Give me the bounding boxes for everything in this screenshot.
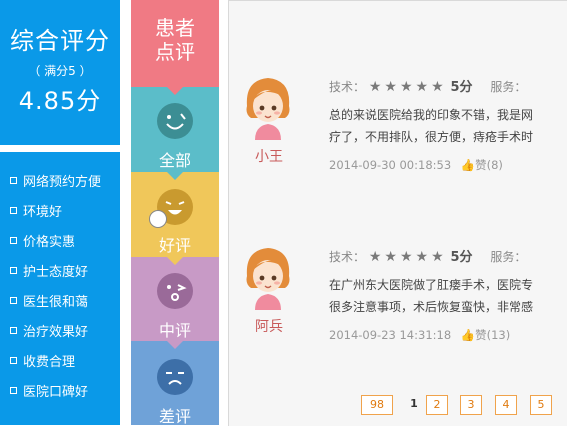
tag-label: 护士态度好 [23,265,89,280]
filter-all[interactable]: 全部 [131,87,219,172]
star-icon: ★ [431,79,444,95]
rating-line: 技术： ★ ★ ★ ★ ★ 5分 服务： [329,76,526,95]
tag-item[interactable]: 医生很和蔼 [10,292,120,314]
tag-label: 治疗效果好 [23,325,89,340]
service-label: 服务： [490,250,527,264]
star-icon: ★ [399,249,413,265]
reviewer-name: 阿兵 [255,319,283,335]
star-icon: ★ [384,79,397,95]
square-bullet-icon [10,267,17,274]
smile-face-icon [157,103,193,139]
tag-label: 医院口碑好 [23,385,89,400]
tag-item[interactable]: 治疗效果好 [10,322,120,344]
square-bullet-icon [10,387,17,394]
score-summary-panel: 综合评分 （ 满分5 ） 4.85分 [0,0,120,145]
review-text-line: 很多注意事项，术后恢复蛮快，非常感 [329,300,534,314]
tech-score: 5分 [450,250,473,265]
thumbs-up-icon: 👍 [460,328,476,342]
tag-item[interactable]: 环境好 [10,202,120,224]
arrow-notch [167,257,183,265]
square-bullet-icon [10,297,17,304]
heading-label: 患者 点评 [155,16,195,64]
star-icon: ★ [415,79,429,95]
square-bullet-icon [10,357,17,364]
wink-face-icon [157,273,193,309]
patient-review-heading: 患者 点评 [131,0,219,87]
review-text-line: 疗了，不用排队，很方便，痔疮手术时 [329,130,534,144]
filter-negative[interactable]: 差评 [131,341,219,426]
filter-neutral[interactable]: 中评 [131,257,219,341]
square-bullet-icon [10,177,17,184]
filter-label: 好评 [158,236,191,255]
review-text: 总的来说医院给我的印象不错，我是网 疗了，不用排队，很方便，痔疮手术时 [329,104,567,148]
avatar [241,246,295,310]
thumbs-up-icon: 👍 [460,158,476,172]
rating-line: 技术： ★ ★ ★ ★ ★ 5分 服务： [329,246,526,265]
square-bullet-icon [10,237,17,244]
filter-positive[interactable]: 好评 [131,172,219,257]
hand-cursor-icon [149,210,167,228]
square-bullet-icon [10,327,17,334]
square-bullet-icon [10,207,17,214]
score-title: 综合评分 [10,27,110,55]
tech-label: 技术： [329,250,366,264]
page-button-5[interactable]: 5 [530,395,552,415]
star-icon: ★ [384,249,397,265]
tag-item[interactable]: 网络预约方便 [10,172,120,194]
star-icon: ★ [368,249,382,265]
filter-label: 中评 [158,321,191,340]
like-button[interactable]: 👍赞(8) [461,158,503,172]
page-current: 1 [410,397,418,410]
tag-label: 环境好 [23,205,63,220]
tag-list-panel: 网络预约方便 环境好 价格实惠 护士态度好 医生很和蔼 治疗效果好 收费合理 医… [0,152,120,425]
review-item: 小王 技术： ★ ★ ★ ★ ★ 5分 服务： 总的来说医院给我的印象不错，我是网 疗了… [229,76,567,206]
star-rating: ★ ★ ★ ★ ★ [368,249,447,265]
page-first-button[interactable]: 98 [361,395,393,415]
review-text: 在广州东大医院做了肛瘘手术，医院专 很多注意事项，术后恢复蛮快，非常感 [329,274,567,318]
star-icon: ★ [368,79,382,95]
review-list: 小王 技术： ★ ★ ★ ★ ★ 5分 服务： 总的来说医院给我的印象不错，我是网 疗了… [228,0,567,426]
tag-item[interactable]: 护士态度好 [10,262,120,284]
avatar [241,76,295,140]
star-rating: ★ ★ ★ ★ ★ [368,79,447,95]
review-text-line: 在广州东大医院做了肛瘘手术，医院专 [329,278,534,292]
tag-item[interactable]: 医院口碑好 [10,382,120,404]
like-button[interactable]: 👍赞(13) [461,328,510,342]
like-count: 赞(8) [475,158,503,172]
frown-face-icon [157,359,193,395]
service-label: 服务： [490,80,527,94]
overall-score: 4.85分 [18,87,102,115]
review-item: 阿兵 技术： ★ ★ ★ ★ ★ 5分 服务： 在广州东大医院做了肛瘘手术，医院专 很多… [229,246,567,376]
review-meta: 2014-09-23 14:31:18 👍赞(13) [329,327,510,343]
review-datetime: 2014-09-23 14:31:18 [329,328,452,342]
tag-item[interactable]: 价格实惠 [10,232,120,254]
star-icon: ★ [415,249,429,265]
filter-label: 全部 [158,151,191,170]
reviewer-name: 小王 [255,149,283,165]
filter-label: 差评 [158,407,191,426]
review-datetime: 2014-09-30 00:18:53 [329,158,452,172]
page-button-2[interactable]: 2 [426,395,448,415]
tag-label: 收费合理 [23,355,76,370]
tech-label: 技术： [329,80,366,94]
arrow-notch [167,87,183,95]
tag-label: 医生很和蔼 [23,295,89,310]
star-icon: ★ [399,79,413,95]
review-meta: 2014-09-30 00:18:53 👍赞(8) [329,157,503,173]
tag-label: 价格实惠 [23,235,76,250]
page-button-3[interactable]: 3 [460,395,482,415]
arrow-notch [167,341,183,349]
review-filter-column: 患者 点评 全部 好评 中评 差评 [131,0,219,426]
tech-score: 5分 [450,80,473,95]
arrow-notch [167,172,183,180]
tag-item[interactable]: 收费合理 [10,352,120,374]
tag-label: 网络预约方便 [23,175,102,190]
like-count: 赞(13) [475,328,511,342]
review-text-line: 总的来说医院给我的印象不错，我是网 [329,108,534,122]
star-icon: ★ [431,249,444,265]
page-button-4[interactable]: 4 [495,395,517,415]
full-score-note: （ 满分5 ） [28,64,92,78]
